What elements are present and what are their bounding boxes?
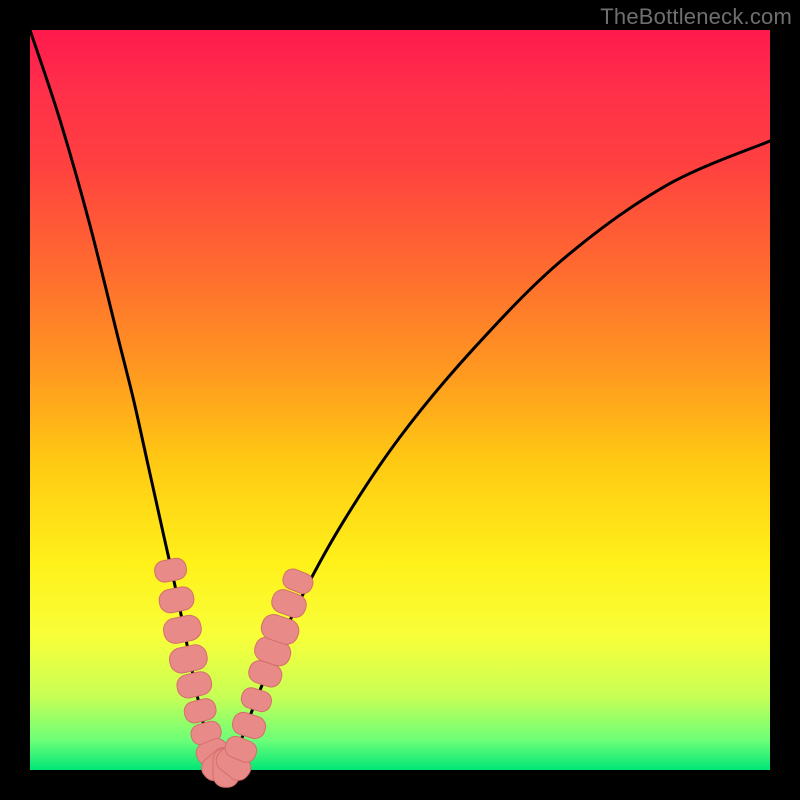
curve-marker: [153, 557, 188, 584]
curve-layer: [30, 30, 770, 770]
chart-stage: TheBottleneck.com: [0, 0, 800, 800]
curve-marker: [239, 685, 274, 713]
curve-marker: [167, 643, 209, 675]
chart-svg: [30, 30, 770, 770]
curve-marker: [157, 585, 195, 615]
plot-area: [30, 30, 770, 770]
watermark-text: TheBottleneck.com: [600, 4, 792, 30]
curve-marker: [182, 697, 218, 725]
marker-layer: [153, 557, 316, 788]
curve-marker: [161, 613, 203, 645]
bottleneck-curve-path: [30, 30, 770, 770]
curve-marker: [175, 670, 214, 700]
